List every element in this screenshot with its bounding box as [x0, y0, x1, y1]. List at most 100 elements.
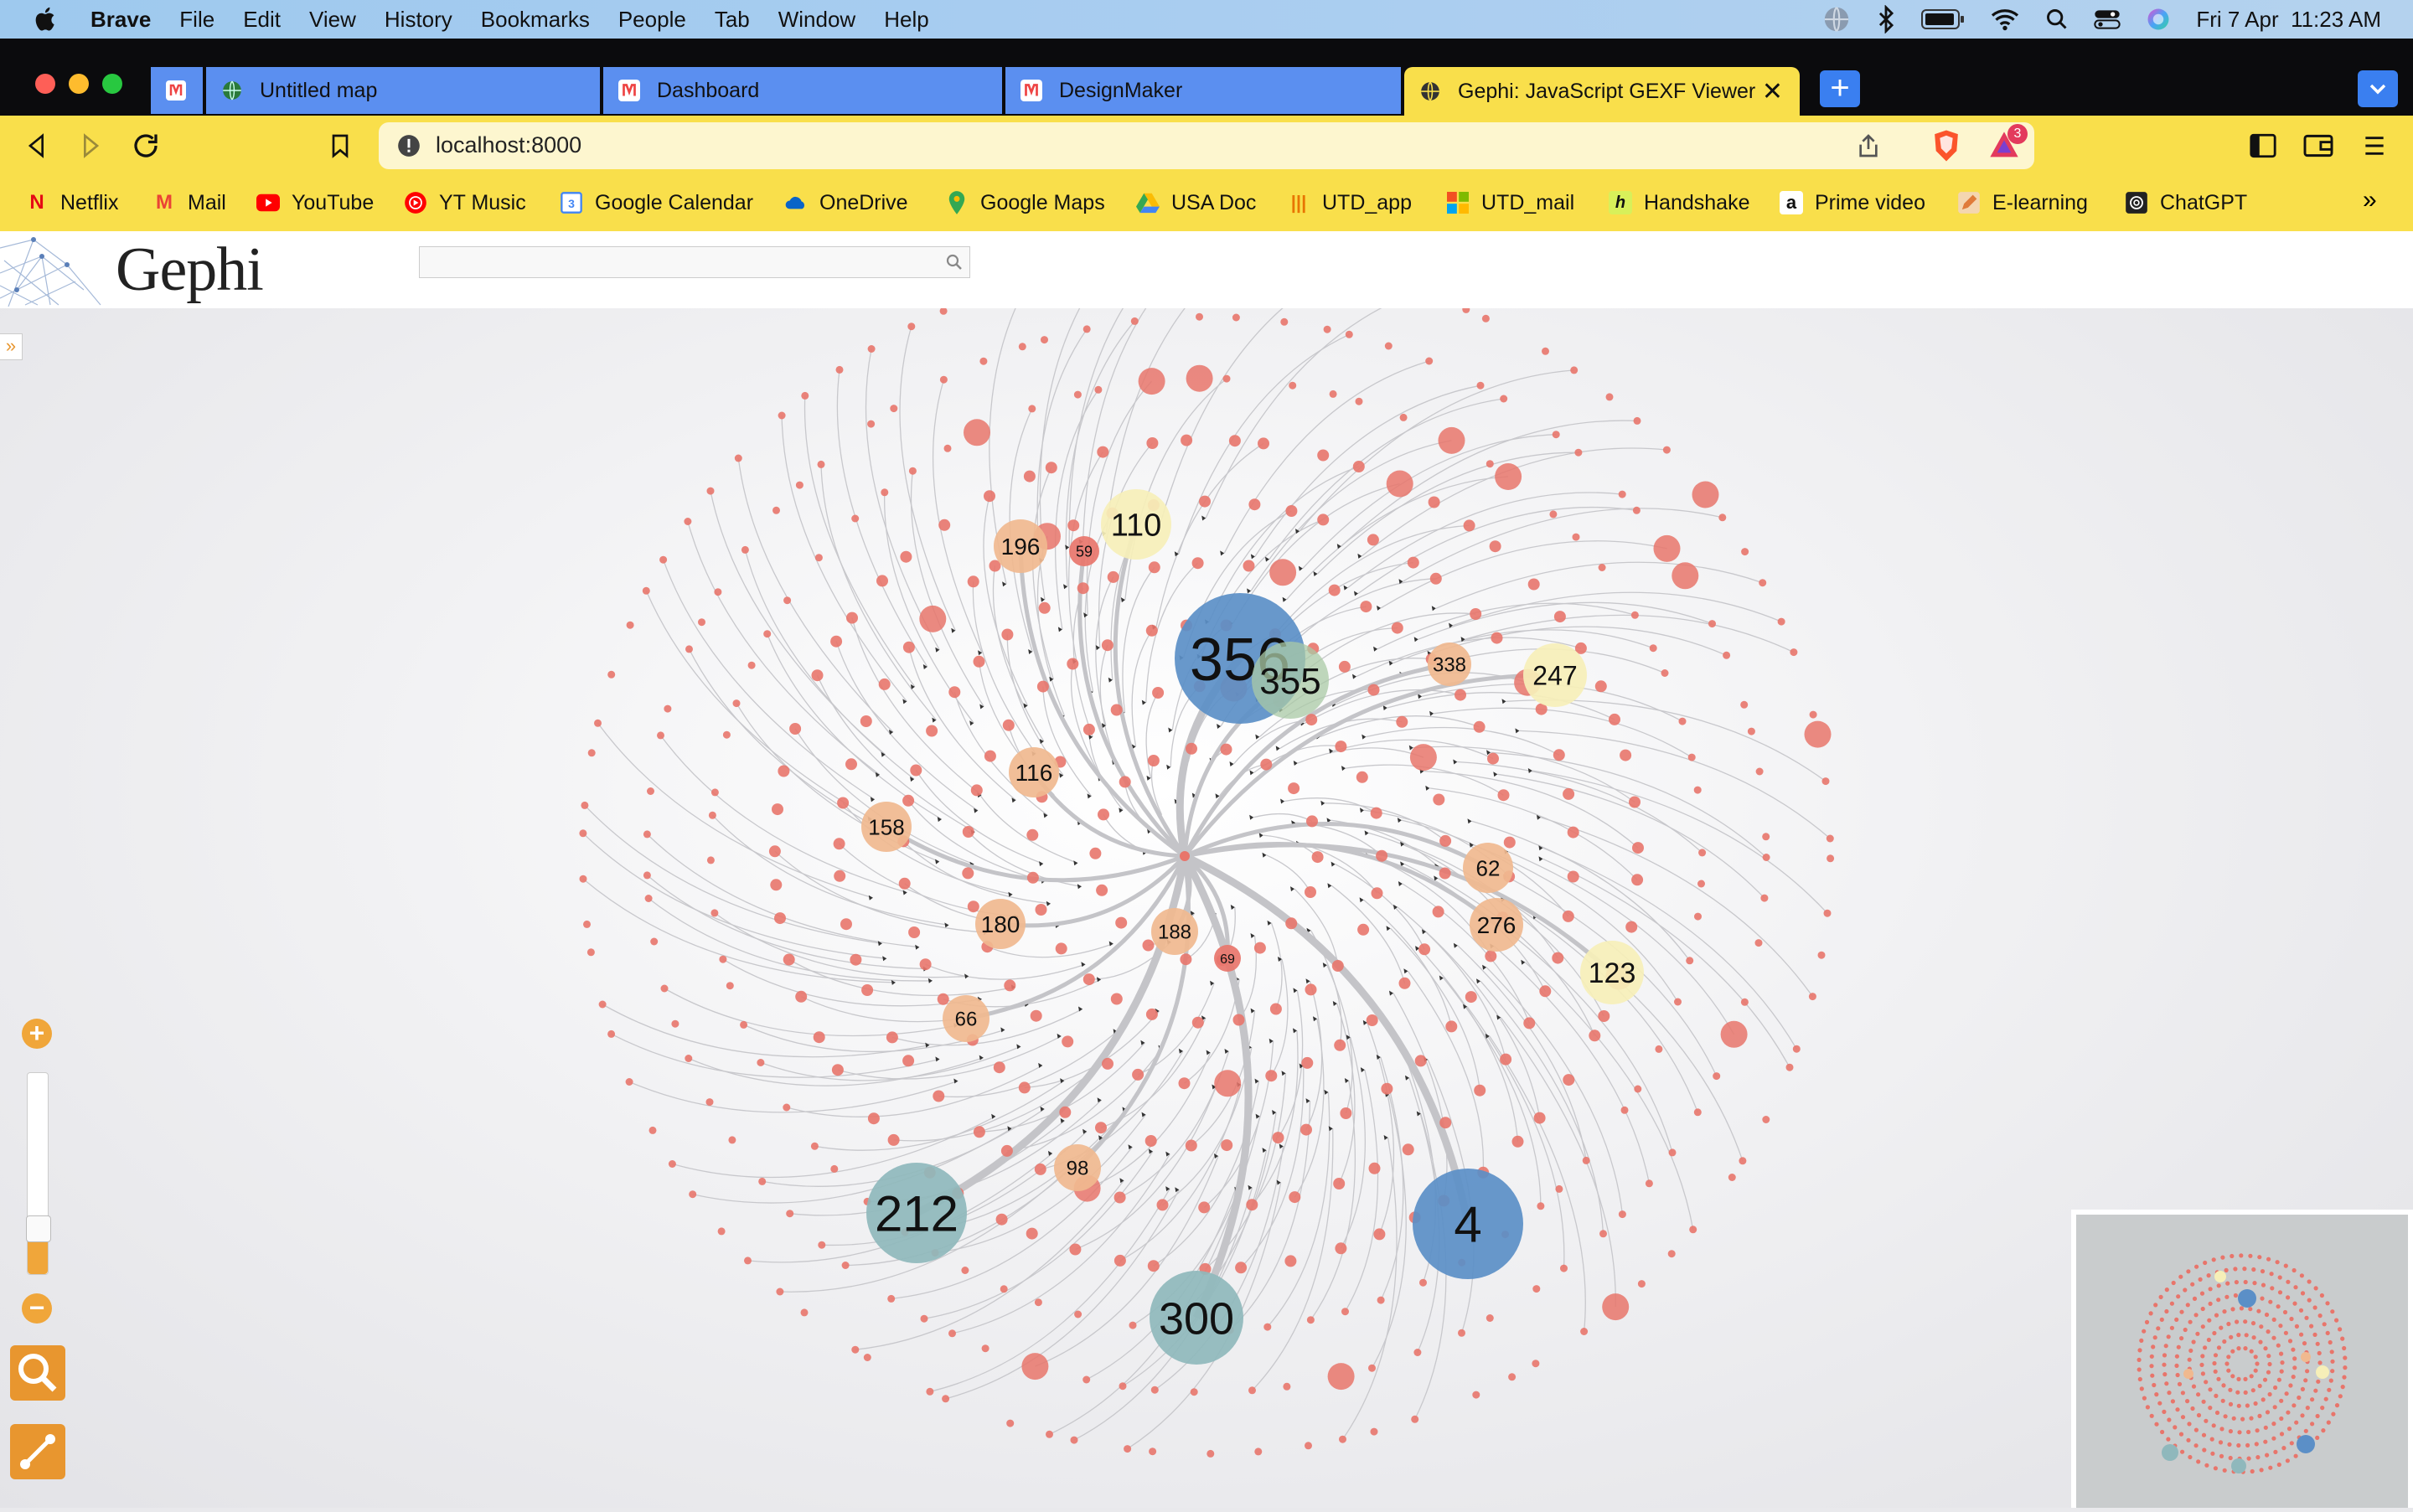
graph-node[interactable] — [837, 797, 850, 809]
graph-node[interactable] — [1580, 1328, 1589, 1335]
graph-node[interactable] — [1533, 1112, 1546, 1124]
graph-node[interactable] — [1720, 1020, 1748, 1048]
graph-node-158[interactable]: 158 — [861, 802, 912, 852]
graph-node[interactable] — [579, 875, 587, 883]
graph-node[interactable] — [1602, 1293, 1630, 1321]
graph-node-276[interactable]: 276 — [1470, 898, 1523, 952]
graph-node[interactable] — [1073, 390, 1082, 399]
graph-node[interactable] — [1377, 1296, 1385, 1304]
graph-node[interactable] — [1269, 1003, 1282, 1015]
graph-node[interactable] — [1199, 495, 1211, 508]
graph-node[interactable] — [1438, 426, 1465, 454]
graph-node[interactable] — [939, 375, 948, 384]
graph-node[interactable] — [1481, 314, 1490, 323]
graph-node[interactable] — [1156, 1199, 1169, 1211]
graph-node[interactable] — [920, 1314, 928, 1323]
graph-node[interactable] — [783, 596, 792, 605]
graph-node[interactable] — [1265, 1070, 1278, 1082]
menu-file[interactable]: File — [179, 7, 214, 33]
graph-node[interactable] — [1804, 720, 1832, 748]
graph-node[interactable] — [706, 487, 715, 495]
pinned-tab[interactable] — [151, 67, 203, 114]
graph-node[interactable] — [1413, 1349, 1422, 1356]
graph-node[interactable] — [1439, 867, 1451, 880]
graph-node[interactable] — [1491, 632, 1503, 644]
graph-node[interactable] — [1097, 446, 1109, 458]
graph-node[interactable] — [776, 1288, 784, 1296]
graph-node[interactable] — [1552, 952, 1564, 964]
bookmark-handshake[interactable]: h Handshake — [1609, 186, 1749, 219]
graph-node[interactable] — [1486, 460, 1494, 468]
graph-node[interactable] — [786, 1210, 794, 1218]
graph-node[interactable] — [1661, 669, 1669, 677]
graph-node[interactable] — [1046, 1430, 1053, 1438]
network-graph[interactable]: 356355110196 59338 24711615862276123180 188… — [0, 308, 2413, 1508]
graph-node[interactable] — [973, 1126, 985, 1138]
graph-node[interactable] — [1130, 317, 1139, 325]
graph-node[interactable] — [1686, 957, 1694, 965]
graph-node[interactable] — [1018, 343, 1026, 351]
reload-icon[interactable] — [131, 131, 161, 161]
graph-node[interactable] — [993, 1061, 1005, 1074]
graph-node[interactable] — [783, 953, 795, 966]
graph-node[interactable] — [1191, 1016, 1204, 1029]
graph-node[interactable] — [728, 1136, 736, 1144]
graph-node[interactable] — [1809, 710, 1817, 719]
graph-node-212[interactable]: 212 — [866, 1163, 967, 1263]
menu-people[interactable]: People — [618, 7, 686, 33]
graph-node[interactable] — [1487, 752, 1499, 765]
graph-node[interactable] — [878, 678, 891, 690]
graph-node[interactable] — [726, 982, 734, 990]
bookmark-utd-mail[interactable]: UTD_mail — [1446, 186, 1574, 219]
graph-node[interactable] — [1549, 510, 1558, 519]
graph-node[interactable] — [1486, 1314, 1494, 1322]
graph-node[interactable] — [881, 488, 889, 497]
graph-node[interactable] — [708, 811, 716, 819]
graph-node[interactable] — [867, 1112, 880, 1125]
graph-node[interactable] — [1220, 743, 1232, 756]
graph-node-62[interactable]: 62 — [1463, 843, 1513, 893]
graph-node[interactable] — [1317, 513, 1330, 526]
graph-node[interactable] — [1258, 437, 1269, 450]
graph-node[interactable] — [1317, 449, 1330, 462]
graph-node[interactable] — [774, 912, 786, 925]
graph-node[interactable] — [1246, 1199, 1258, 1211]
graph-node[interactable] — [778, 411, 786, 420]
graph-node[interactable] — [1599, 1230, 1607, 1238]
graph-node[interactable] — [1289, 381, 1297, 390]
graph-node[interactable] — [1352, 461, 1365, 472]
graph-node[interactable] — [813, 1031, 825, 1044]
bookmark-google-calendar[interactable]: 3 Google Calendar — [560, 186, 753, 219]
battery-icon[interactable] — [1921, 8, 1965, 31]
graph-node[interactable] — [668, 1160, 676, 1168]
graph-node[interactable] — [902, 794, 915, 807]
graph-node[interactable] — [1002, 719, 1015, 731]
graph-node[interactable] — [719, 955, 727, 963]
bookmark-usa-doc[interactable]: USA Doc — [1136, 186, 1256, 219]
graph-node[interactable] — [1653, 534, 1681, 562]
graph-node[interactable] — [1630, 611, 1639, 619]
graph-node[interactable] — [1740, 998, 1749, 1006]
graph-node[interactable] — [1655, 1045, 1663, 1053]
graph-node[interactable] — [1124, 1445, 1132, 1453]
graph-node[interactable] — [594, 719, 602, 727]
graph-node-188[interactable]: 188 — [1151, 908, 1198, 955]
graph-node[interactable] — [1687, 753, 1696, 761]
graph-node[interactable] — [660, 984, 669, 993]
bookmark-netflix[interactable]: N Netflix — [25, 186, 118, 219]
graph-node[interactable] — [1495, 463, 1522, 490]
graph-node[interactable] — [714, 588, 722, 596]
graph-node[interactable] — [1572, 533, 1580, 541]
window-minimize-button[interactable] — [69, 74, 89, 94]
graph-node[interactable] — [1419, 1278, 1427, 1287]
graph-node[interactable] — [772, 506, 780, 514]
graph-node[interactable] — [1284, 1255, 1297, 1267]
graph-node[interactable] — [647, 787, 654, 795]
graph-node[interactable] — [1028, 405, 1036, 413]
zoom-slider-handle[interactable] — [26, 1215, 51, 1242]
graph-node[interactable] — [1439, 834, 1452, 847]
graph-node[interactable] — [1357, 923, 1370, 936]
graph-node[interactable] — [1693, 1108, 1702, 1117]
graph-node[interactable] — [1371, 887, 1383, 900]
graph-node[interactable] — [734, 454, 742, 462]
